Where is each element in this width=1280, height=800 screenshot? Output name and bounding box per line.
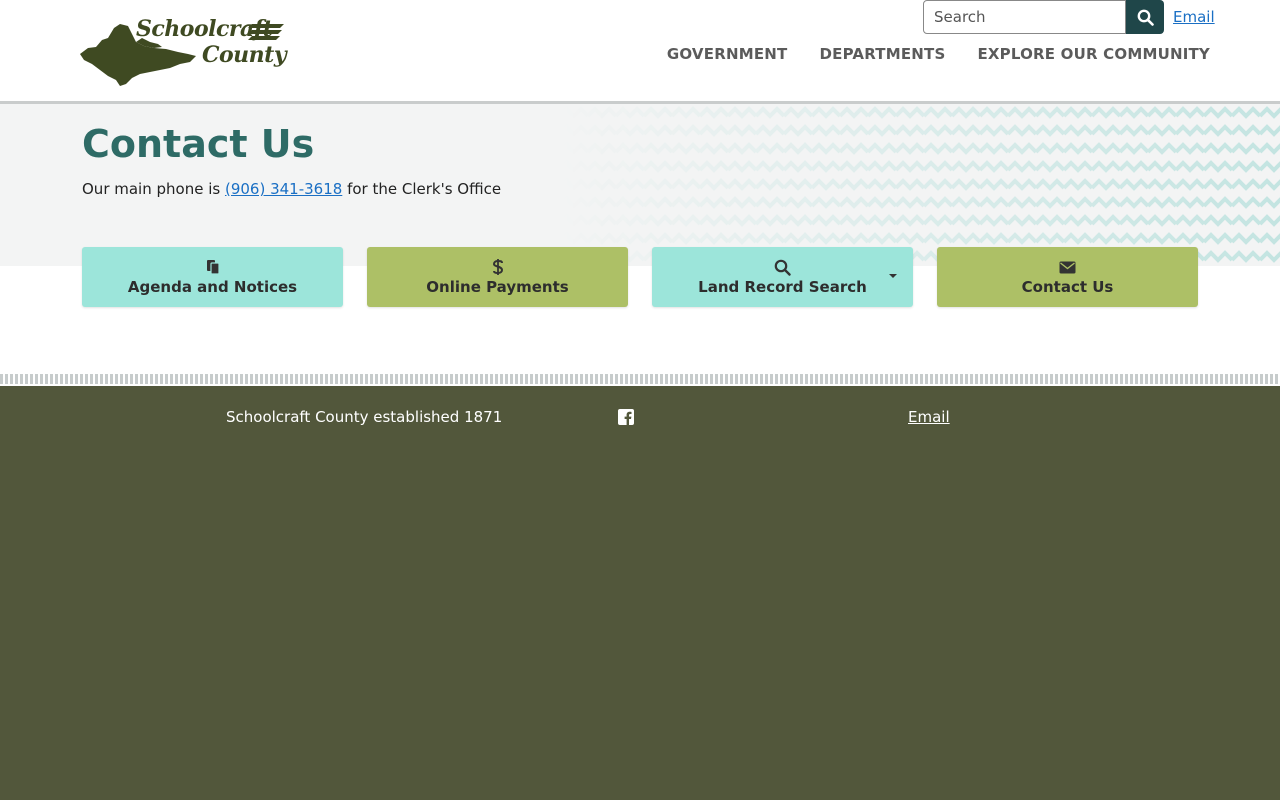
footer-established-text: Schoolcraft County established 1871: [226, 408, 503, 426]
online-payments-button[interactable]: Online Payments: [367, 247, 628, 307]
search-icon: [774, 258, 791, 276]
contact-us-button[interactable]: Contact Us: [937, 247, 1198, 307]
page-title: Contact Us: [82, 122, 315, 166]
main-nav: GOVERNMENT DEPARTMENTS EXPLORE OUR COMMU…: [667, 45, 1210, 63]
footer-divider: [0, 374, 1280, 384]
logo-stripes-icon: [248, 24, 284, 40]
copy-icon: [205, 258, 221, 276]
nav-government[interactable]: GOVERNMENT: [667, 45, 788, 63]
search-icon: [1137, 9, 1154, 26]
logo-text-line2: County: [202, 42, 287, 68]
search-input[interactable]: [923, 0, 1126, 34]
page-hero: Contact Us Our main phone is (906) 341-3…: [0, 104, 1280, 266]
envelope-icon: [1059, 258, 1076, 276]
site-logo[interactable]: Schoolcraft County: [78, 14, 288, 88]
nav-departments[interactable]: DEPARTMENTS: [819, 45, 945, 63]
land-record-search-label: Land Record Search: [698, 278, 867, 296]
contact-us-label: Contact Us: [1021, 278, 1114, 296]
decorative-pattern: [560, 104, 1280, 266]
nav-explore-our-community[interactable]: EXPLORE OUR COMMUNITY: [977, 45, 1210, 63]
footer-email-link[interactable]: Email: [908, 408, 950, 426]
online-payments-label: Online Payments: [426, 278, 569, 296]
site-header: Schoolcraft County Email GOVERNMENT DEPA…: [0, 0, 1280, 104]
agenda-and-notices-button[interactable]: Agenda and Notices: [82, 247, 343, 307]
land-record-search-button[interactable]: Land Record Search: [652, 247, 913, 307]
site-footer: Schoolcraft County established 1871 Emai…: [0, 386, 1280, 800]
facebook-icon[interactable]: [618, 409, 634, 425]
search-button[interactable]: [1126, 0, 1164, 34]
site-search: [923, 0, 1164, 34]
agenda-and-notices-label: Agenda and Notices: [127, 278, 298, 296]
intro-suffix: for the Clerk's Office: [342, 180, 502, 198]
phone-link[interactable]: (906) 341-3618: [225, 180, 342, 198]
dollar-icon: [492, 258, 504, 276]
dropdown-caret-icon[interactable]: [889, 274, 897, 278]
intro-text: Our main phone is (906) 341-3618 for the…: [82, 180, 501, 198]
intro-prefix: Our main phone is: [82, 180, 225, 198]
quick-links: Agenda and Notices Online Payments Land …: [82, 247, 1198, 307]
header-email-link[interactable]: Email: [1173, 8, 1215, 26]
